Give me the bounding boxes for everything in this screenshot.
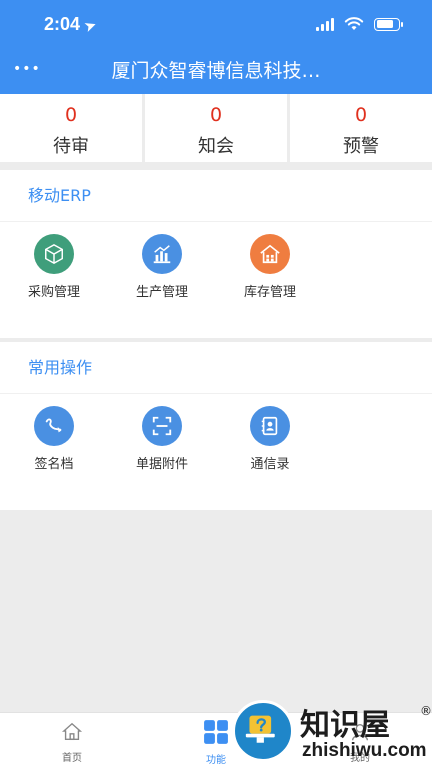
cellular-signal-icon <box>316 17 334 31</box>
counter-notify[interactable]: 0 知会 <box>145 94 290 162</box>
erp-grid: 采购管理 生产管理 库存管理 <box>0 222 432 300</box>
location-icon: ➤ <box>82 16 99 35</box>
counter-value: 0 <box>209 104 223 126</box>
section-common: 常用操作 签名档 单据附件 通信录 <box>0 342 432 510</box>
counter-label: 预警 <box>343 136 379 157</box>
common-grid: 签名档 单据附件 通信录 <box>0 394 432 472</box>
tile-label: 库存管理 <box>243 285 296 300</box>
tile-label: 签名档 <box>34 457 74 472</box>
status-time-text: 2:04 <box>44 14 81 34</box>
home-icon <box>61 722 83 741</box>
section-erp: 移动ERP 采购管理 生产管理 库存管理 <box>0 170 432 338</box>
counter-bar: 0 待审 0 知会 0 预警 <box>0 94 432 166</box>
tile-label: 生产管理 <box>135 285 188 300</box>
section-title: 常用操作 <box>0 342 432 394</box>
counter-label: 待审 <box>53 136 89 157</box>
signature-icon <box>34 406 74 446</box>
app-header: 2:04 ➤ ••• 厦门众智睿博信息科技… <box>0 0 432 94</box>
tile-signature[interactable]: 签名档 <box>0 406 108 472</box>
section-title: 移动ERP <box>0 170 432 222</box>
contacts-icon <box>250 406 290 446</box>
wifi-icon <box>344 17 364 30</box>
box-icon <box>34 234 74 274</box>
watermark-registered: ® <box>420 704 432 718</box>
warehouse-icon <box>250 234 290 274</box>
status-time: 2:04 ➤ <box>44 14 99 35</box>
scan-icon <box>142 406 182 446</box>
tile-production[interactable]: 生产管理 <box>108 234 216 300</box>
watermark-logo-icon <box>232 700 294 762</box>
tile-label: 采购管理 <box>27 285 80 300</box>
tile-contacts[interactable]: 通信录 <box>216 406 324 472</box>
page-title: 厦门众智睿博信息科技… <box>111 60 321 82</box>
tab-home[interactable]: 首页 <box>42 713 102 764</box>
tile-attachments[interactable]: 单据附件 <box>108 406 216 472</box>
chart-icon <box>142 234 182 274</box>
tab-label: 首页 <box>62 753 82 764</box>
battery-icon <box>374 17 403 31</box>
watermark: 知识屋 ® zhishiwu.com <box>232 700 432 768</box>
counter-value: 0 <box>354 104 368 126</box>
counter-pending[interactable]: 0 待审 <box>0 94 145 162</box>
tile-inventory[interactable]: 库存管理 <box>216 234 324 300</box>
tile-purchase[interactable]: 采购管理 <box>0 234 108 300</box>
status-indicators <box>316 17 403 31</box>
watermark-domain: zhishiwu.com <box>302 740 427 761</box>
watermark-text: 知识屋 <box>300 708 390 743</box>
counter-value: 0 <box>64 104 78 126</box>
tile-label: 通信录 <box>250 457 290 472</box>
counter-warning[interactable]: 0 预警 <box>290 94 432 162</box>
tile-label: 单据附件 <box>135 457 188 472</box>
grid-icon <box>204 720 228 744</box>
counter-label: 知会 <box>198 136 234 157</box>
